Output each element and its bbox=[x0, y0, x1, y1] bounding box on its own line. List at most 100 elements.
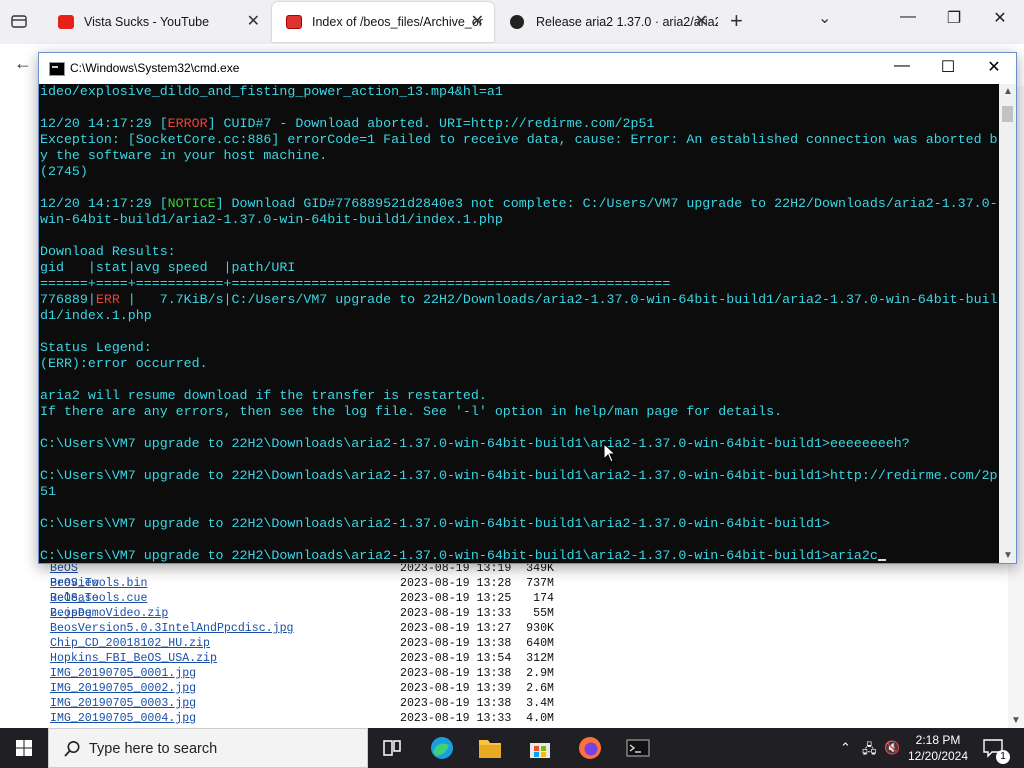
file-size: 312M bbox=[526, 652, 554, 665]
youtube-icon bbox=[58, 15, 74, 29]
chevron-down-icon[interactable]: ▼ bbox=[1003, 550, 1013, 561]
terminal-line: 12/20 14:17:29 [ERROR] CUID#7 - Download… bbox=[40, 116, 1000, 132]
clock[interactable]: 2:18 PM 12/20/2024 bbox=[900, 732, 976, 764]
terminal-text: aria2 will resume download if the transf… bbox=[40, 388, 487, 403]
network-icon[interactable]: 🖧 bbox=[862, 740, 877, 762]
browser-tab-strip: Vista Sucks - YouTube ✕ Index of /beos_f… bbox=[0, 0, 1024, 44]
chevron-up-icon[interactable]: ▲ bbox=[1003, 86, 1013, 97]
file-size: 3.4M bbox=[526, 697, 554, 710]
task-view-icon[interactable] bbox=[368, 728, 416, 768]
browser-close-button[interactable]: ✕ bbox=[980, 8, 1020, 28]
terminal-line: C:\Users\VM7 upgrade to 22H2\Downloads\a… bbox=[40, 436, 1000, 452]
terminal-line: win-64bit-build1/aria2-1.37.0-win-64bit-… bbox=[40, 212, 1000, 228]
cmd-window[interactable]: C:\Windows\System32\cmd.exe — ☐ ✕ ideo/e… bbox=[38, 52, 1017, 564]
terminal-text: ERR bbox=[95, 292, 120, 307]
terminal-text: C:\Users\VM7 upgrade to 22H2\Downloads\a… bbox=[40, 516, 830, 531]
terminal-text: ERROR bbox=[167, 116, 208, 131]
file-size: 930K bbox=[526, 622, 554, 635]
clock-time: 2:18 PM bbox=[915, 733, 961, 747]
list-all-tabs-button[interactable]: ⌄ bbox=[818, 8, 831, 28]
terminal-text: (ERR):error occurred. bbox=[40, 356, 208, 371]
terminal-line: C:\Users\VM7 upgrade to 22H2\Downloads\a… bbox=[40, 516, 1000, 532]
file-link[interactable]: BeosVersion5.0.3IntelAndPpcdisc.jpg bbox=[50, 621, 294, 636]
tab-title: Release aria2 1.37.0 · aria2/aria2 bbox=[536, 15, 718, 29]
store-icon[interactable] bbox=[516, 728, 564, 768]
file-link[interactable]: Chip_CD_20018102_HU.zip bbox=[50, 636, 210, 651]
cmd-window-title: C:\Windows\System32\cmd.exe bbox=[70, 61, 240, 75]
file-link[interactable]: IMG_20190705_0002.jpg bbox=[50, 681, 196, 696]
terminal-text: ideo/explosive_dildo_and_fisting_power_a… bbox=[40, 84, 503, 99]
cmd-scrollbar[interactable]: ▲ ▼ bbox=[999, 84, 1016, 563]
windows-start-icon[interactable] bbox=[0, 728, 48, 768]
terminal-text: 51 bbox=[40, 484, 56, 499]
notification-count-badge: 1 bbox=[996, 750, 1010, 764]
terminal-text: If there are any errors, then see the lo… bbox=[40, 404, 783, 419]
file-link[interactable]: BeOS_Tools.cue bbox=[50, 591, 147, 606]
terminal-text: C:\Users\VM7 upgrade to 22H2\Downloads\a… bbox=[40, 548, 878, 563]
close-icon[interactable]: ✕ bbox=[695, 2, 708, 42]
edge-icon[interactable] bbox=[418, 728, 466, 768]
terminal-text: | 7.7KiB/s|C:/Users/VM7 upgrade to 22H2/… bbox=[119, 292, 998, 307]
tab-github-release[interactable]: Release aria2 1.37.0 · aria2/aria2 ✕ bbox=[496, 2, 718, 42]
terminal-text: 776889| bbox=[40, 292, 96, 307]
file-date: 2023-08-19 13:38 bbox=[400, 637, 512, 650]
close-icon[interactable]: ✕ bbox=[471, 2, 484, 42]
terminal-text: NOTICE bbox=[167, 196, 216, 211]
file-size: 737M bbox=[526, 577, 554, 590]
browser-minimize-button[interactable]: — bbox=[888, 8, 928, 26]
terminal-text: Status Legend: bbox=[40, 340, 152, 355]
terminal-line: C:\Users\VM7 upgrade to 22H2\Downloads\a… bbox=[40, 548, 1000, 564]
terminal-line: If there are any errors, then see the lo… bbox=[40, 404, 1000, 420]
terminal-text: Exception: [SocketCore.cc:886] errorCode… bbox=[40, 132, 998, 147]
file-size: 2.9M bbox=[526, 667, 554, 680]
chevron-up-icon[interactable]: ⌃ bbox=[840, 740, 851, 756]
search-placeholder: Type here to search bbox=[89, 741, 218, 757]
terminal-output[interactable]: ideo/explosive_dildo_and_fisting_power_a… bbox=[39, 84, 1000, 564]
chevron-down-icon[interactable]: ▼ bbox=[1011, 715, 1021, 726]
back-arrow-icon[interactable]: ← bbox=[14, 53, 32, 74]
browser-restore-button[interactable]: ❐ bbox=[934, 8, 974, 28]
file-link[interactable]: Hopkins_FBI_BeOS_USA.zip bbox=[50, 651, 217, 666]
file-size: 174 bbox=[533, 592, 554, 605]
cmd-close-button[interactable]: ✕ bbox=[971, 57, 1017, 77]
file-date: 2023-08-19 13:33 bbox=[400, 712, 512, 725]
file-link[interactable]: IMG_20190705_0001.jpg bbox=[50, 666, 196, 681]
firefox-icon[interactable] bbox=[566, 728, 614, 768]
terminal-text: gid |stat|avg speed |path/URI bbox=[40, 260, 296, 275]
file-date: 2023-08-19 13:38 bbox=[400, 697, 512, 710]
file-size: 2.6M bbox=[526, 682, 554, 695]
cmd-taskbar-icon[interactable] bbox=[614, 728, 662, 768]
cmd-minimize-button[interactable]: — bbox=[879, 57, 925, 75]
terminal-line: (ERR):error occurred. bbox=[40, 356, 1000, 372]
terminal-text: C:\Users\VM7 upgrade to 22H2\Downloads\a… bbox=[40, 436, 910, 451]
file-date: 2023-08-19 13:28 bbox=[400, 577, 512, 590]
tab-youtube[interactable]: Vista Sucks - YouTube ✕ bbox=[44, 2, 270, 42]
terminal-text: C:\Users\VM7 upgrade to 22H2\Downloads\a… bbox=[40, 468, 998, 483]
scrollbar-thumb[interactable] bbox=[1002, 106, 1013, 122]
file-link[interactable]: IMG_20190705_0003.jpg bbox=[50, 696, 196, 711]
terminal-line: Download Results: bbox=[40, 244, 1000, 260]
file-link[interactable]: BeosDemoVideo.zip bbox=[50, 606, 168, 621]
file-date: 2023-08-19 13:54 bbox=[400, 652, 512, 665]
cmd-maximize-button[interactable]: ☐ bbox=[925, 57, 971, 77]
clock-date: 12/20/2024 bbox=[907, 749, 969, 763]
taskbar-search-box[interactable]: Type here to search bbox=[48, 728, 368, 768]
terminal-line: (2745) bbox=[40, 164, 1000, 180]
terminal-text: win-64bit-build1/aria2-1.37.0-win-64bit-… bbox=[40, 212, 503, 227]
file-explorer-icon[interactable] bbox=[466, 728, 514, 768]
new-tab-button[interactable]: + bbox=[730, 9, 743, 33]
cmd-title-bar[interactable]: C:\Windows\System32\cmd.exe — ☐ ✕ bbox=[39, 53, 1016, 84]
firefox-view-icon[interactable] bbox=[10, 12, 28, 30]
file-size: 55M bbox=[533, 607, 554, 620]
volume-muted-icon[interactable]: 🔇 bbox=[884, 740, 900, 756]
file-link[interactable]: BeOS_Tools.bin bbox=[50, 576, 147, 591]
tab-archive-index[interactable]: Index of /beos_files/Archive_or ✕ bbox=[272, 2, 494, 42]
file-link[interactable]: IMG_20190705_0004.jpg bbox=[50, 711, 196, 726]
close-icon[interactable]: ✕ bbox=[247, 2, 260, 42]
terminal-line: 12/20 14:17:29 [NOTICE] Download GID#776… bbox=[40, 196, 1000, 212]
